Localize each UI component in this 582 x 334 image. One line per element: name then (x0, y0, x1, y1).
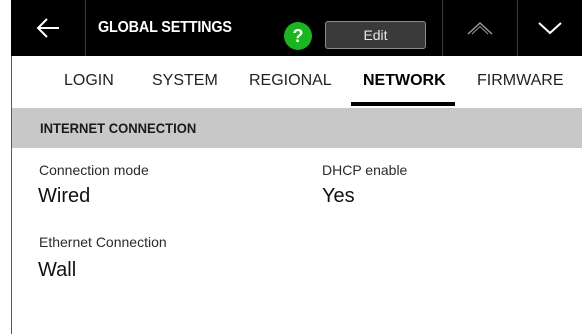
connection-mode-value: Wired (38, 185, 91, 207)
tab-login[interactable]: LOGIN (64, 72, 114, 90)
edit-button[interactable]: Edit (325, 21, 426, 49)
section-title: INTERNET CONNECTION (40, 120, 197, 136)
section-header: INTERNET CONNECTION (12, 108, 582, 148)
tab-bar: LOGIN SYSTEM REGIONAL NETWORK FIRMWARE (12, 56, 582, 108)
tab-system[interactable]: SYSTEM (152, 72, 218, 90)
tab-network[interactable]: NETWORK (363, 72, 446, 90)
divider (85, 0, 86, 56)
scroll-up-button[interactable] (443, 0, 517, 56)
back-arrow-icon (36, 18, 59, 38)
active-tab-indicator (351, 102, 455, 106)
back-button[interactable] (11, 0, 85, 56)
scroll-down-button[interactable] (518, 0, 582, 56)
dhcp-enable-value: Yes (322, 185, 355, 207)
ethernet-connection-value: Wall (38, 259, 77, 281)
tab-firmware[interactable]: FIRMWARE (477, 72, 564, 90)
tab-regional[interactable]: REGIONAL (249, 72, 332, 90)
page-title: GLOBAL SETTINGS (98, 19, 232, 36)
help-button[interactable]: ? (284, 22, 312, 50)
dhcp-enable-label: DHCP enable (322, 162, 408, 178)
ethernet-connection-label: Ethernet Connection (39, 234, 167, 250)
top-bar: GLOBAL SETTINGS ? Edit (11, 0, 582, 56)
chevron-up-icon (467, 21, 493, 35)
chevron-down-icon (538, 22, 562, 35)
connection-mode-label: Connection mode (39, 162, 149, 178)
